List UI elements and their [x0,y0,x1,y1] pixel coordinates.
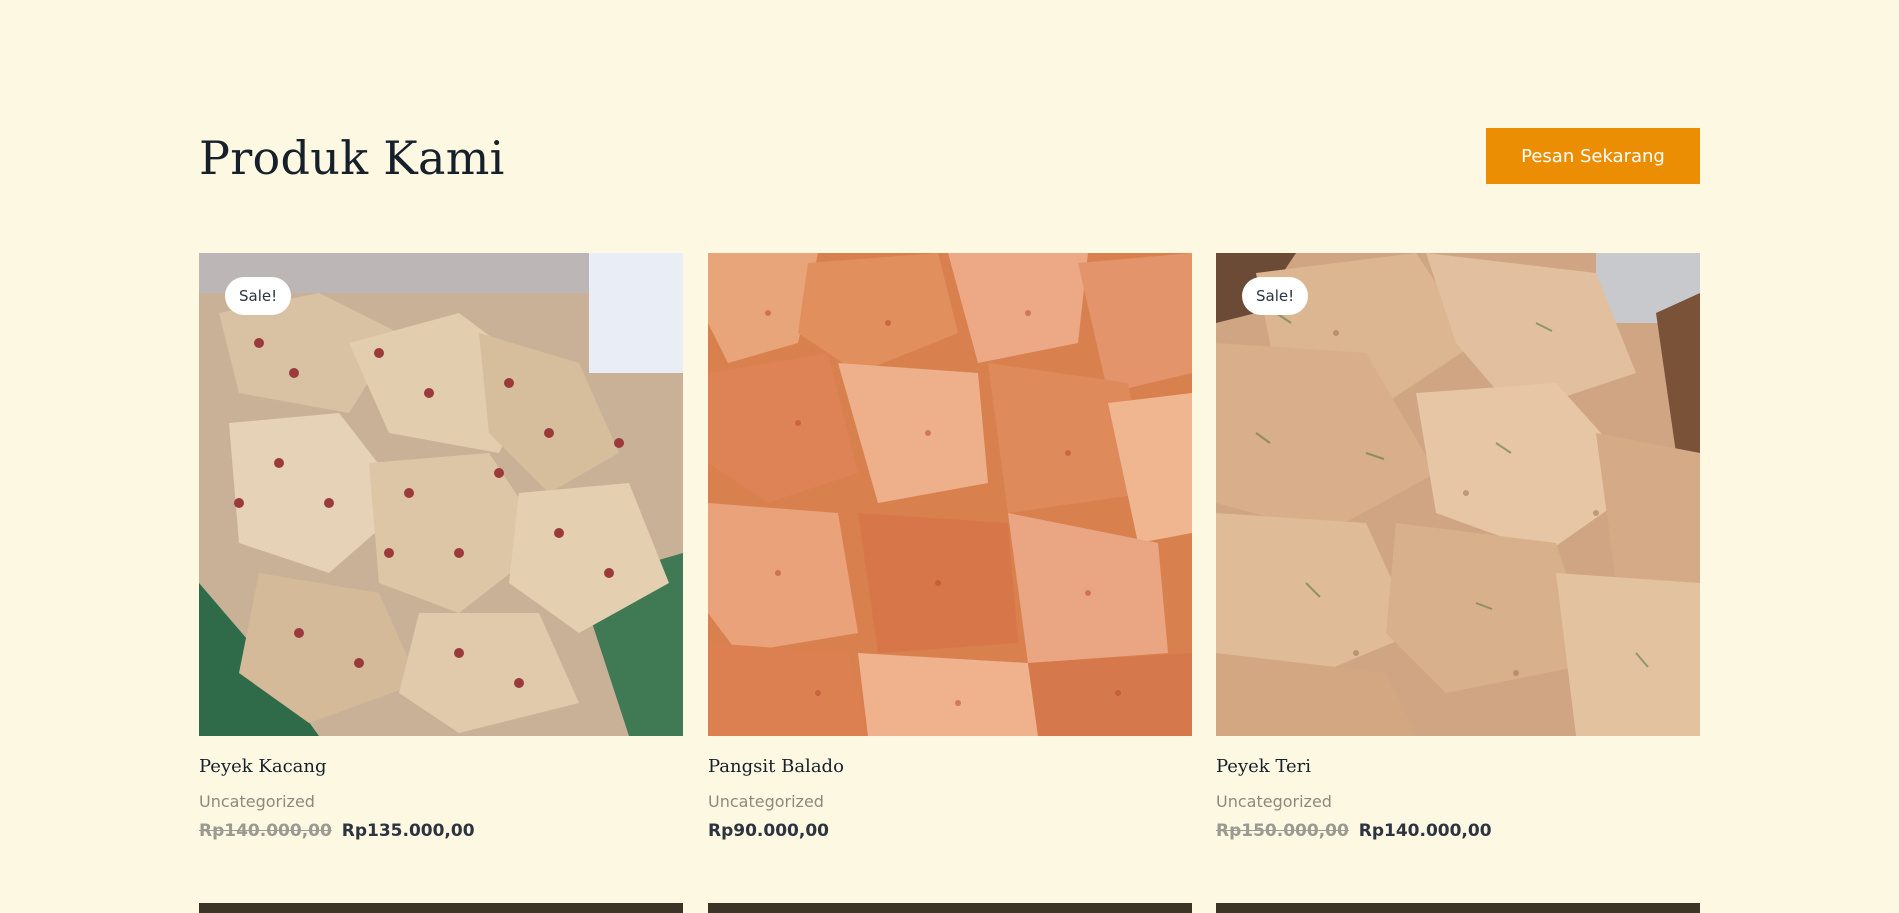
original-price: Rp150.000,00 [1216,821,1349,841]
product-price: Rp150.000,00 Rp140.000,00 [1216,821,1492,841]
product-name[interactable]: Pangsit Balado [708,756,844,777]
spicy-wonton-chips-photo [708,253,1192,736]
product-category[interactable]: Uncategorized [1216,792,1332,811]
product-price: Rp140.000,00 Rp135.000,00 [199,821,475,841]
product-image-row-2-peek [1216,903,1700,913]
peanut-cracker-photo [199,253,683,736]
product-image-peyek-kacang[interactable]: Sale! [199,253,683,736]
product-card-pangsit-balado: Pangsit Balado Uncategorized Rp90.000,00 [708,253,1192,841]
product-price: Rp90.000,00 [708,821,829,841]
product-name[interactable]: Peyek Teri [1216,756,1311,777]
product-card-peyek-kacang: Sale! Peyek Kacang Uncategorized Rp140.0… [199,253,683,841]
page-title: Produk Kami [199,131,505,185]
sale-price: Rp90.000,00 [708,821,829,841]
product-card-peyek-teri: Sale! Peyek Teri Uncategorized Rp150.000… [1216,253,1700,841]
sale-price: Rp135.000,00 [341,821,475,841]
product-category[interactable]: Uncategorized [708,792,824,811]
product-image-row-2-peek [199,903,683,913]
order-now-button[interactable]: Pesan Sekarang [1486,128,1700,184]
anchovy-cracker-photo [1216,253,1700,736]
product-image-pangsit-balado[interactable] [708,253,1192,736]
product-name[interactable]: Peyek Kacang [199,756,327,777]
original-price: Rp140.000,00 [199,821,332,841]
sale-badge: Sale! [1242,277,1309,315]
sale-price: Rp140.000,00 [1358,821,1492,841]
product-category[interactable]: Uncategorized [199,792,315,811]
sale-badge: Sale! [225,277,292,315]
product-image-peyek-teri[interactable]: Sale! [1216,253,1700,736]
product-image-row-2-peek [708,903,1192,913]
